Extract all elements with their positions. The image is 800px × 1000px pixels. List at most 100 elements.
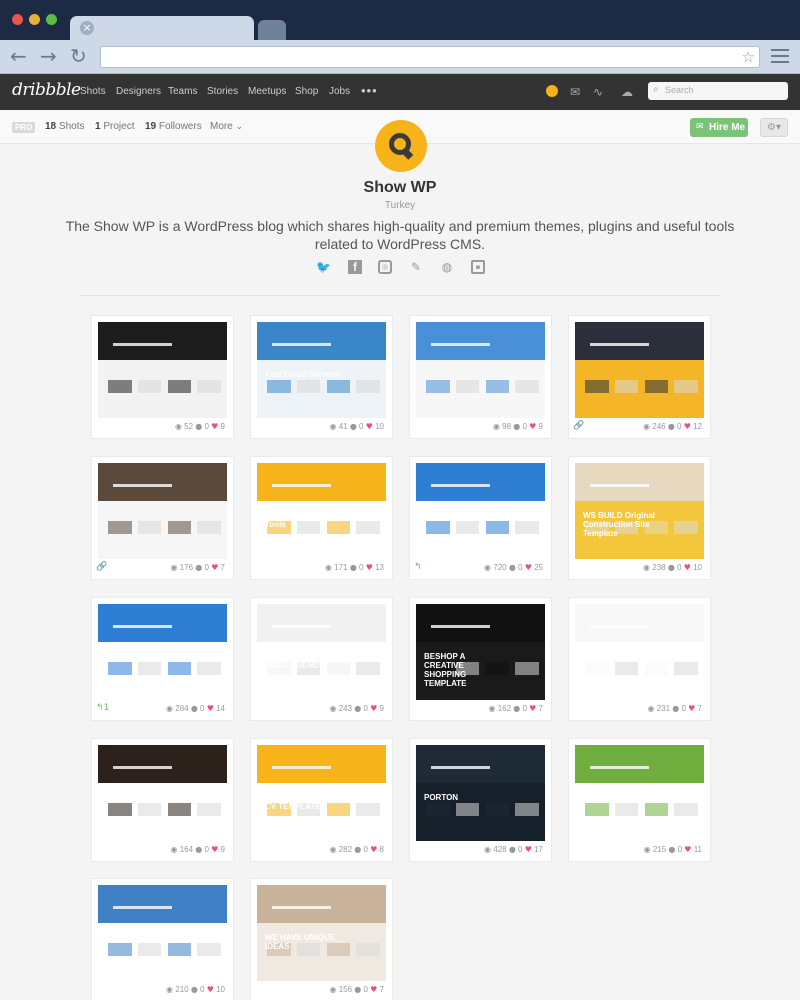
shot-card[interactable]: ◉ 164 ● 0 ♥ 9 xyxy=(92,739,233,861)
forward-arrow-icon[interactable]: → xyxy=(40,45,57,67)
url-bar[interactable]: ☆ xyxy=(100,46,760,68)
shot-card[interactable]: PORTON ◉ 428 ● 0 ♥ 17 xyxy=(410,739,551,861)
bookmark-star-icon[interactable]: ☆ xyxy=(742,47,755,67)
shot-thumbnail[interactable] xyxy=(98,885,227,981)
shot-thumbnail[interactable]: Fast Cloud Servers! xyxy=(257,322,386,418)
chevron-down-icon: ⌄ xyxy=(235,122,244,132)
shot-thumbnail[interactable]: CVPRESS RESUME CV TEMPLATE xyxy=(257,745,386,841)
shots-tab[interactable]: 18 Shots xyxy=(45,121,84,132)
shot-thumbnail[interactable] xyxy=(575,745,704,841)
tab-close-icon[interactable]: × xyxy=(80,21,94,35)
shot-card[interactable]: ↰1 ◉ 284 ● 0 ♥ 14 xyxy=(92,598,233,720)
shot-thumbnail[interactable]: BESHOP A CREATIVE SHOPPING TEMPLATE xyxy=(416,604,545,700)
briefcase-icon[interactable]: ▪ xyxy=(471,260,485,274)
reload-icon[interactable]: ↻ xyxy=(70,45,87,67)
back-arrow-icon[interactable]: ← xyxy=(10,45,27,67)
close-window-button[interactable] xyxy=(12,14,23,25)
nav-stories[interactable]: Stories xyxy=(207,86,238,97)
heart-icon[interactable]: ♥ xyxy=(366,422,373,431)
user-avatar-icon[interactable] xyxy=(546,85,558,97)
link-icon[interactable]: 🔗 xyxy=(573,421,584,431)
shot-card[interactable]: ↰ ◉ 720 ● 0 ♥ 25 xyxy=(410,457,551,579)
thumbnail-headline-bar xyxy=(113,906,172,910)
search-input[interactable]: ⌕ Search xyxy=(648,82,788,100)
likes-count: 9 xyxy=(377,704,384,713)
nav-shop[interactable]: Shop xyxy=(295,86,318,97)
heart-icon[interactable]: ♥ xyxy=(525,845,532,854)
shot-card[interactable]: ◉ 231 ● 0 ♥ 7 xyxy=(569,598,710,720)
nav-designers[interactable]: Designers xyxy=(116,86,161,97)
shot-card[interactable]: WS BUILD Original Construction Site Temp… xyxy=(569,457,710,579)
shot-thumbnail[interactable] xyxy=(98,604,227,700)
rebound-icon[interactable]: ↰1 xyxy=(96,703,109,713)
view-icon: ◉ xyxy=(643,422,651,431)
shot-card[interactable]: WE HAVE UNIQUE IDEAS ◉ 156 ● 0 ♥ 7 xyxy=(251,879,392,1000)
shot-thumbnail[interactable]: SHOPPIE 2016 MODA TRENDS xyxy=(257,604,386,700)
shot-thumbnail[interactable]: WS BUILD Original Construction Site Temp… xyxy=(575,463,704,559)
shot-card[interactable]: 🔗 ◉ 246 ● 0 ♥ 12 xyxy=(569,316,710,438)
shot-thumbnail[interactable] xyxy=(98,463,227,559)
nav-meetups[interactable]: Meetups xyxy=(248,86,286,97)
heart-icon[interactable]: ♥ xyxy=(684,422,691,431)
shot-card[interactable]: Fast Cloud Servers! ◉ 41 ● 0 ♥ 10 xyxy=(251,316,392,438)
instagram-icon[interactable]: ◎ xyxy=(378,260,392,274)
thumbnail-block xyxy=(108,520,132,535)
thumbnail-block xyxy=(356,802,380,817)
shot-thumbnail[interactable] xyxy=(98,322,227,418)
settings-gear-button[interactable]: ⚙▾ xyxy=(760,118,788,137)
activity-icon[interactable]: ∿ xyxy=(593,86,603,98)
heart-icon[interactable]: ♥ xyxy=(525,563,532,572)
comments-count: 0 xyxy=(674,422,684,431)
heart-icon[interactable]: ♥ xyxy=(207,704,214,713)
nav-teams[interactable]: Teams xyxy=(168,86,197,97)
rebound-icon[interactable]: ↰ xyxy=(414,562,422,572)
profile-name[interactable]: Show WP xyxy=(0,179,800,197)
shot-card[interactable]: SHOPPIE 2016 MODA TRENDS ◉ 243 ● 0 ♥ 9 xyxy=(251,598,392,720)
shot-thumbnail[interactable] xyxy=(575,322,704,418)
hire-me-button[interactable]: ✉ Hire Me xyxy=(690,118,748,137)
thumbnail-hero xyxy=(98,322,227,361)
shot-thumbnail[interactable]: WordPress SEO Tools xyxy=(257,463,386,559)
shot-card[interactable]: ◉ 210 ● 0 ♥ 10 xyxy=(92,879,233,1000)
heart-icon[interactable]: ♥ xyxy=(684,563,691,572)
nav-more-icon[interactable]: ••• xyxy=(361,83,378,98)
tag-icon[interactable]: ✎ xyxy=(409,260,423,274)
more-dropdown[interactable]: More ⌄ xyxy=(210,121,243,132)
shot-card[interactable]: WordPress SEO Tools ◉ 171 ● 0 ♥ 13 xyxy=(251,457,392,579)
shot-thumbnail[interactable] xyxy=(575,604,704,700)
twitter-icon[interactable]: 🐦 xyxy=(316,260,331,274)
thumbnail-headline-bar xyxy=(113,343,172,347)
shot-thumbnail[interactable]: WE HAVE UNIQUE IDEAS xyxy=(257,885,386,981)
heart-icon[interactable]: ♥ xyxy=(207,985,214,994)
shot-card[interactable]: BESHOP A CREATIVE SHOPPING TEMPLATE ◉ 162… xyxy=(410,598,551,720)
shot-card[interactable]: ◉ 98 ● 0 ♥ 9 xyxy=(410,316,551,438)
projects-tab[interactable]: 1 Project xyxy=(95,121,134,132)
shot-card[interactable]: ◉ 52 ● 0 ♥ 9 xyxy=(92,316,233,438)
thumbnail-headline-bar xyxy=(590,484,649,488)
browser-menu-icon[interactable] xyxy=(771,49,789,67)
dribbble-logo[interactable]: dribbble xyxy=(12,80,81,100)
thumbnail-block xyxy=(585,661,609,676)
shot-thumbnail[interactable]: PORTON xyxy=(416,745,545,841)
upload-icon[interactable]: ☁ xyxy=(621,86,633,98)
shot-card[interactable]: 🔗 ◉ 176 ● 0 ♥ 7 xyxy=(92,457,233,579)
shot-card[interactable]: ◉ 215 ● 0 ♥ 11 xyxy=(569,739,710,861)
shot-thumbnail[interactable] xyxy=(98,745,227,841)
mail-icon[interactable]: ✉ xyxy=(570,86,580,98)
shot-card[interactable]: CVPRESS RESUME CV TEMPLATE ◉ 282 ● 0 ♥ 8 xyxy=(251,739,392,861)
new-tab-button[interactable] xyxy=(258,20,286,40)
thumbnail-headline-bar xyxy=(590,625,649,629)
facebook-icon[interactable]: f xyxy=(348,260,362,274)
maximize-window-button[interactable] xyxy=(46,14,57,25)
thumbnail-hero xyxy=(98,463,227,502)
shot-thumbnail[interactable] xyxy=(416,463,545,559)
globe-icon[interactable]: ◍ xyxy=(440,260,454,274)
heart-icon[interactable]: ♥ xyxy=(366,563,373,572)
minimize-window-button[interactable] xyxy=(29,14,40,25)
shot-thumbnail[interactable] xyxy=(416,322,545,418)
browser-tab[interactable]: × xyxy=(70,16,254,42)
link-icon[interactable]: 🔗 xyxy=(96,562,107,572)
nav-jobs[interactable]: Jobs xyxy=(329,86,350,97)
followers-tab[interactable]: 19 Followers xyxy=(145,121,202,132)
nav-shots[interactable]: Shots xyxy=(80,86,106,97)
